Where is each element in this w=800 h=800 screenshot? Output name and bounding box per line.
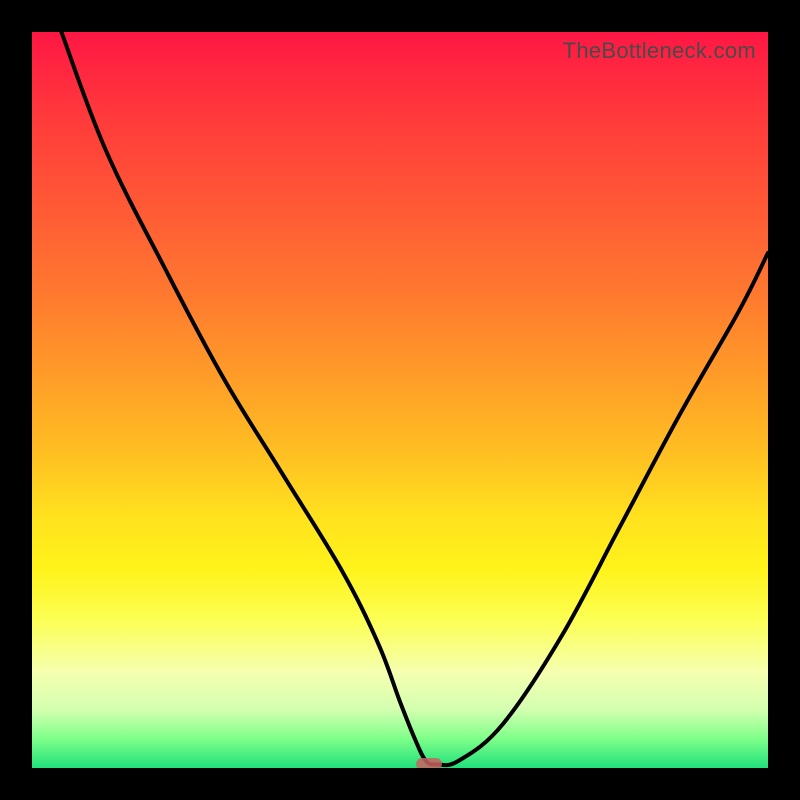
- plot-area: TheBottleneck.com: [32, 32, 768, 768]
- watermark-label: TheBottleneck.com: [563, 38, 756, 64]
- minimum-marker: [416, 758, 442, 768]
- series-curve: [32, 32, 768, 768]
- chart-frame: TheBottleneck.com: [0, 0, 800, 800]
